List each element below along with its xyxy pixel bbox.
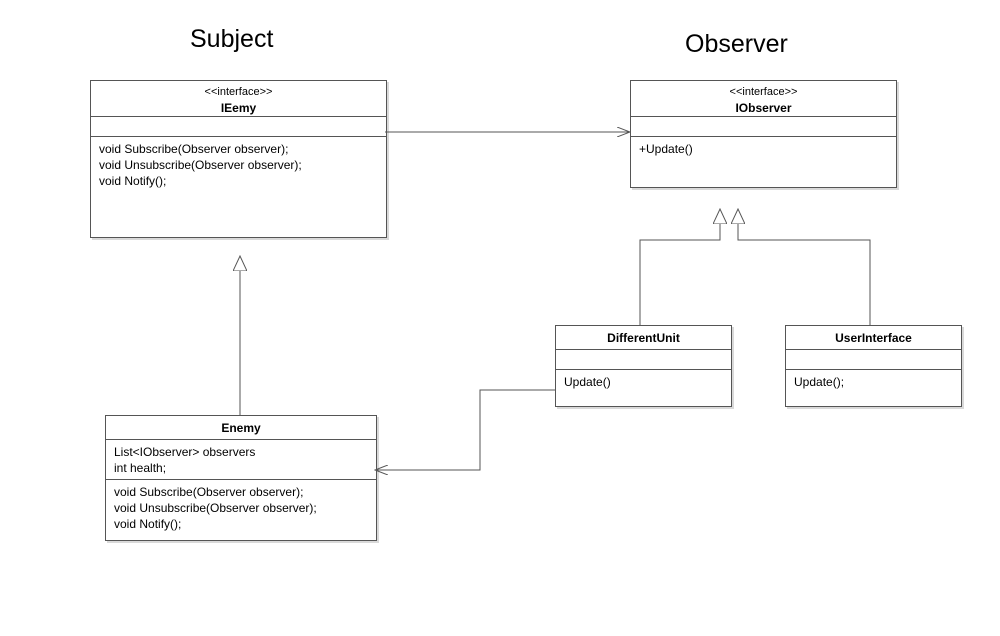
enemy-attr: List<IObserver> observers	[114, 444, 368, 460]
userinterface-attrs	[786, 350, 961, 370]
iobserver-method: +Update()	[639, 141, 888, 157]
enemy-method: void Notify();	[114, 516, 368, 532]
userinterface-method: Update();	[794, 374, 953, 390]
enemy-name: Enemy	[114, 420, 368, 436]
ieemy-name: IEemy	[99, 100, 378, 116]
class-enemy: Enemy List<IObserver> observers int heal…	[105, 415, 377, 541]
ieemy-method: void Unsubscribe(Observer observer);	[99, 157, 378, 173]
enemy-methods: void Subscribe(Observer observer); void …	[106, 480, 376, 540]
ieemy-stereotype: <<interface>>	[99, 85, 378, 100]
enemy-attrs: List<IObserver> observers int health;	[106, 440, 376, 480]
differentunit-attrs	[556, 350, 731, 370]
enemy-attr: int health;	[114, 460, 368, 476]
differentunit-name: DifferentUnit	[564, 330, 723, 346]
userinterface-name: UserInterface	[794, 330, 953, 346]
class-iobserver: <<interface>> IObserver +Update()	[630, 80, 897, 188]
assoc-differentunit-enemy	[375, 390, 555, 470]
enemy-method: void Subscribe(Observer observer);	[114, 484, 368, 500]
userinterface-methods: Update();	[786, 370, 961, 406]
class-ieemy: <<interface>> IEemy void Subscribe(Obser…	[90, 80, 387, 238]
ieemy-method: void Subscribe(Observer observer);	[99, 141, 378, 157]
ieemy-attrs	[91, 117, 386, 137]
iobserver-attrs	[631, 117, 896, 137]
iobserver-methods: +Update()	[631, 137, 896, 187]
class-differentunit: DifferentUnit Update()	[555, 325, 732, 407]
differentunit-method: Update()	[564, 374, 723, 390]
ieemy-methods: void Subscribe(Observer observer); void …	[91, 137, 386, 237]
class-userinterface: UserInterface Update();	[785, 325, 962, 407]
iobserver-stereotype: <<interface>>	[639, 85, 888, 100]
differentunit-methods: Update()	[556, 370, 731, 406]
title-observer: Observer	[685, 30, 788, 59]
title-subject: Subject	[190, 25, 273, 54]
realize-differentunit-iobserver	[640, 209, 720, 325]
iobserver-name: IObserver	[639, 100, 888, 116]
enemy-method: void Unsubscribe(Observer observer);	[114, 500, 368, 516]
realize-userinterface-iobserver	[738, 209, 870, 325]
ieemy-method: void Notify();	[99, 173, 378, 189]
